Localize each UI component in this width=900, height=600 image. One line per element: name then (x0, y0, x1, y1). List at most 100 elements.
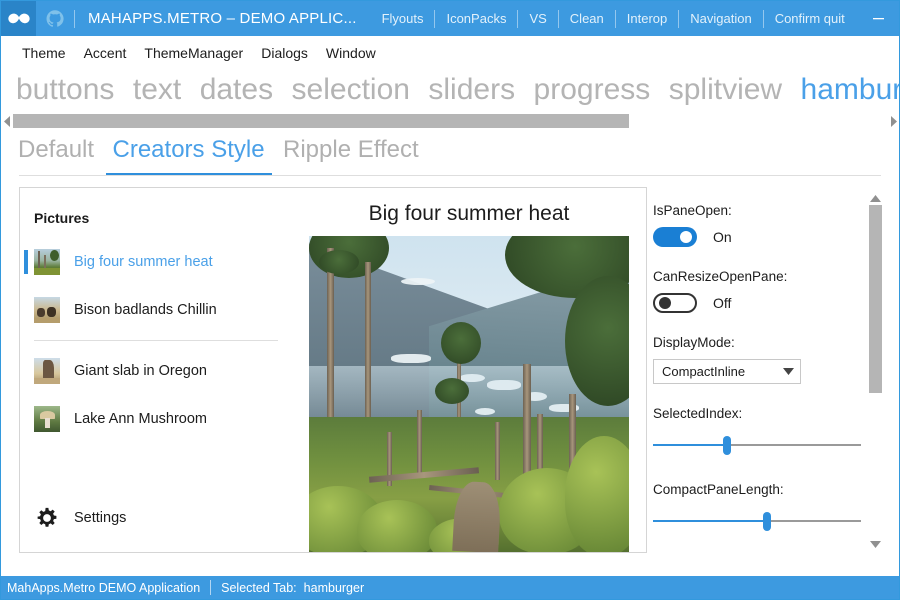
chevron-right-icon (890, 115, 897, 127)
thumbnail-image (34, 249, 60, 275)
option-group-displaymode: DisplayMode: CompactInline (649, 335, 861, 384)
tab-text[interactable]: text (126, 69, 188, 111)
minimize-button[interactable] (856, 1, 899, 36)
canopy-branch (319, 250, 359, 274)
scroll-right-button[interactable] (887, 111, 899, 131)
toggle-knob (659, 297, 671, 309)
option-group-compactpanelength: CompactPaneLength: (649, 482, 861, 532)
menu-item-accent[interactable]: Accent (75, 41, 136, 65)
option-label: DisplayMode: (653, 335, 735, 350)
subtab-rule (19, 175, 881, 176)
gear-icon (37, 507, 57, 527)
pane-settings-label: Settings (74, 510, 127, 526)
app-window: MAHAPPS.METRO – DEMO APPLIC... Flyouts I… (0, 0, 900, 600)
hscroll-thumb[interactable] (13, 114, 629, 128)
github-cat-icon (46, 9, 64, 27)
photo-container (292, 236, 646, 552)
selectedindex-slider[interactable] (653, 434, 861, 456)
selection-indicator (24, 250, 28, 274)
menu-bar: Theme Accent ThemeManager Dialogs Window (1, 36, 899, 69)
titlebar-item-clean[interactable]: Clean (559, 1, 615, 36)
slider-fill (653, 520, 766, 522)
option-group-selectedindex: SelectedIndex: (649, 406, 861, 456)
compactpanelength-slider[interactable] (653, 510, 861, 532)
thumbnail-image (34, 406, 60, 432)
status-selected-tab-value: hamburger (303, 580, 365, 595)
list-item-giant-slab-in-oregon[interactable]: Giant slab in Oregon (20, 347, 292, 395)
list-item-lake-ann-mushroom[interactable]: Lake Ann Mushroom (20, 395, 292, 443)
list-item-bison-badlands-chillin[interactable]: Bison badlands Chillin (20, 286, 292, 334)
titlebar-item-navigation[interactable]: Navigation (679, 1, 762, 36)
options-scrollbar[interactable] (867, 191, 884, 551)
pane-footer: Settings (20, 498, 292, 538)
tab-strip-scrollbar[interactable] (1, 111, 899, 131)
chevron-left-icon (3, 115, 10, 127)
toggle-row: On (653, 227, 861, 247)
titlebar-item-confirm-quit[interactable]: Confirm quit (764, 1, 856, 36)
snow-patch (401, 278, 435, 285)
titlebar-item-interop[interactable]: Interop (616, 1, 678, 36)
displaymode-select[interactable]: CompactInline (653, 359, 801, 384)
list-item-big-four-summer-heat[interactable]: Big four summer heat (20, 238, 292, 286)
canresizeopenpane-toggle[interactable] (653, 293, 697, 313)
subtab-default[interactable]: Default (11, 133, 101, 176)
thumbnail-image (34, 358, 60, 384)
mountain-forest-photo (309, 236, 629, 552)
toggle-knob (680, 231, 692, 243)
subtab-ripple-effect[interactable]: Ripple Effect (276, 133, 426, 176)
chevron-down-icon (783, 368, 794, 375)
sub-tab-strip: Default Creators Style Ripple Effect (1, 133, 899, 178)
option-label: CanResizeOpenPane: (653, 269, 788, 284)
minimize-icon (873, 18, 885, 20)
list-item-label: Big four summer heat (74, 254, 213, 270)
tree-stump (417, 410, 422, 476)
github-button[interactable] (36, 1, 74, 36)
tree-stump (523, 364, 531, 474)
tab-progress[interactable]: progress (527, 69, 658, 111)
select-value: CompactInline (662, 364, 746, 379)
main-tab-strip: buttons text dates selection sliders pro… (1, 69, 899, 111)
tab-selection[interactable]: selection (285, 69, 417, 111)
hscroll-track[interactable] (13, 113, 887, 129)
vscroll-track[interactable] (869, 205, 882, 537)
status-selected-tab-label: Selected Tab: (221, 580, 297, 595)
tab-sliders[interactable]: sliders (421, 69, 522, 111)
option-group-canresizeopenpane: CanResizeOpenPane: Off (649, 269, 861, 313)
tab-buttons[interactable]: buttons (9, 69, 121, 111)
menu-item-window[interactable]: Window (317, 41, 385, 65)
pane-settings-item[interactable]: Settings (20, 498, 292, 538)
tab-hamburger[interactable]: hamburger (794, 69, 899, 111)
option-label: IsPaneOpen: (653, 203, 732, 218)
subtab-creators-style[interactable]: Creators Style (105, 133, 272, 176)
app-logo[interactable] (1, 1, 36, 36)
gear-icon-wrap (34, 505, 60, 531)
detail-title: Big four summer heat (368, 202, 570, 225)
list-item-label: Bison badlands Chillin (74, 302, 217, 318)
scroll-down-button[interactable] (867, 537, 884, 551)
slider-thumb[interactable] (763, 512, 771, 531)
scroll-up-button[interactable] (867, 191, 884, 205)
status-bar: MahApps.Metro DEMO Application Selected … (1, 576, 899, 599)
pane-divider (34, 340, 278, 341)
ispaneopen-toggle[interactable] (653, 227, 697, 247)
tab-splitview[interactable]: splitview (662, 69, 789, 111)
vscroll-thumb[interactable] (869, 205, 882, 393)
scroll-left-button[interactable] (1, 111, 13, 131)
title-bar: MAHAPPS.METRO – DEMO APPLIC... Flyouts I… (1, 1, 899, 36)
window-title: MAHAPPS.METRO – DEMO APPLIC... (88, 10, 357, 27)
menu-item-thememanager[interactable]: ThemeManager (135, 41, 252, 65)
snow-patch (391, 354, 431, 363)
triangle-down-icon (870, 540, 881, 548)
menu-item-theme[interactable]: Theme (13, 41, 75, 65)
toggle-state-label: On (713, 229, 732, 245)
titlebar-item-vs[interactable]: VS (518, 1, 557, 36)
canopy-branch (435, 378, 469, 404)
status-divider (210, 580, 212, 595)
menu-item-dialogs[interactable]: Dialogs (252, 41, 317, 65)
toggle-state-label: Off (713, 295, 732, 311)
titlebar-item-iconpacks[interactable]: IconPacks (435, 1, 517, 36)
tree-stump (495, 422, 500, 480)
tab-dates[interactable]: dates (193, 69, 280, 111)
titlebar-item-flyouts[interactable]: Flyouts (371, 1, 435, 36)
slider-thumb[interactable] (723, 436, 731, 455)
